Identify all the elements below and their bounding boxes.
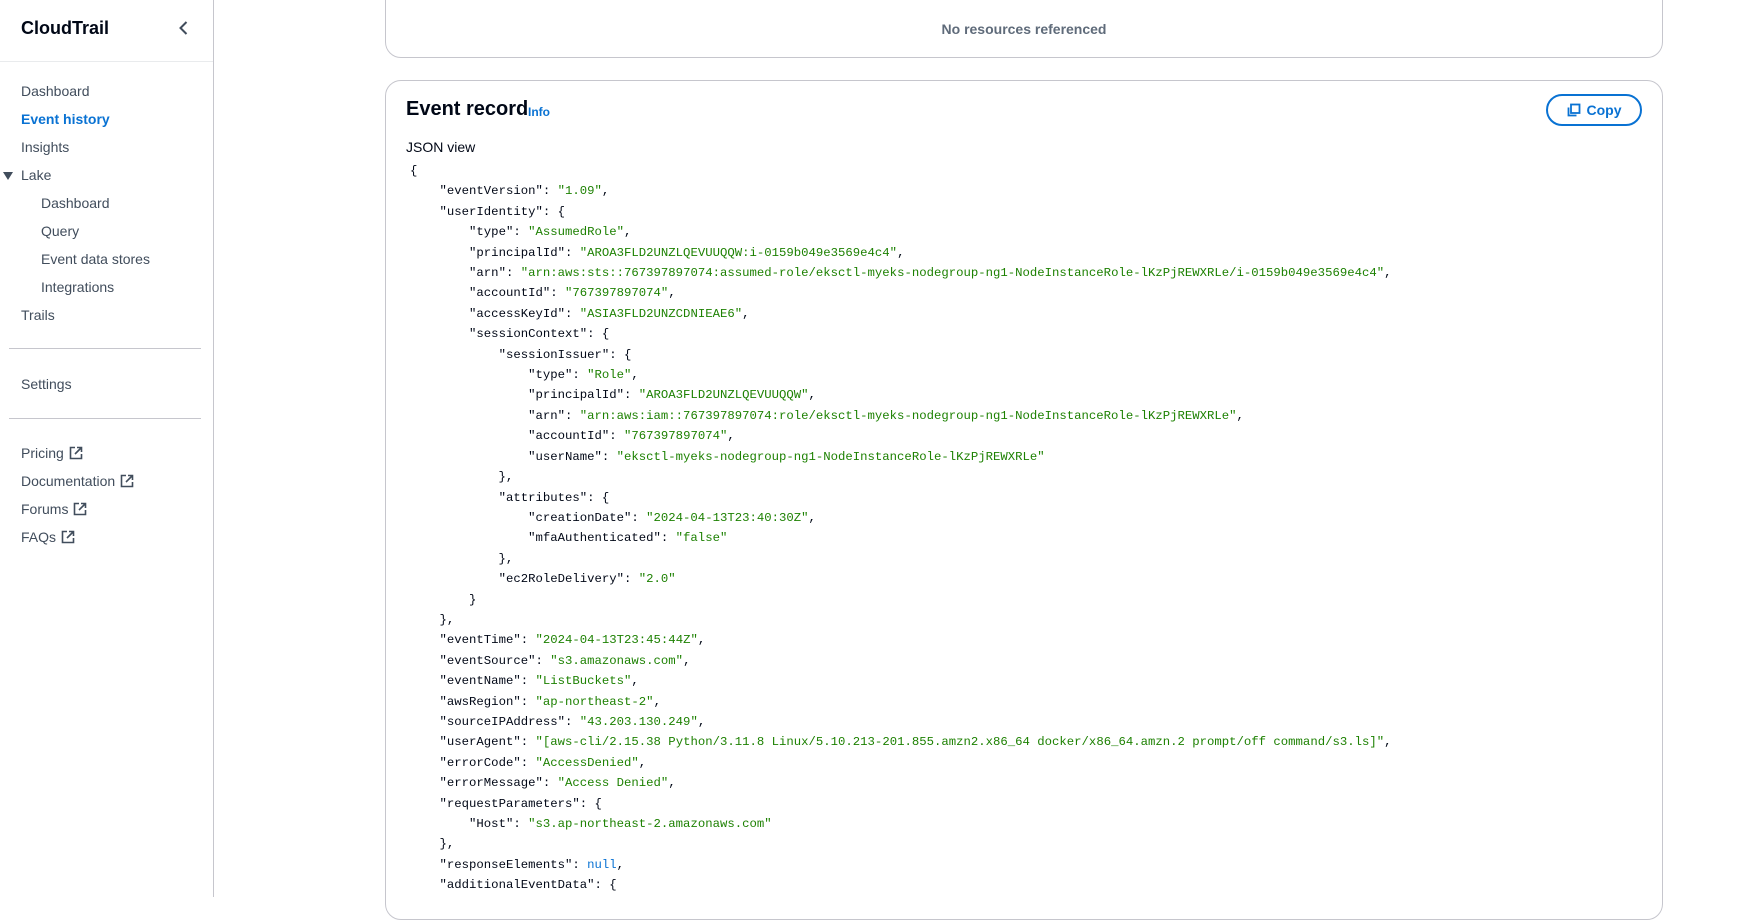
nav-insights[interactable]: Insights (21, 137, 69, 157)
event-record-panel: Event record Info Copy JSON view { "even… (385, 80, 1663, 920)
nav-documentation-label: Documentation (21, 473, 116, 489)
json-line: }, (410, 551, 514, 566)
json-line: "sessionIssuer": { (498, 347, 632, 362)
json-line: "principalId": "AROA3FLD2UNZLQEVUUQQW", (528, 388, 816, 403)
nav-pricing[interactable]: Pricing (21, 443, 83, 463)
json-line: "accessKeyId": "ASIA3FLD2UNZCDNIEAE6", (469, 306, 750, 321)
nav-settings[interactable]: Settings (21, 374, 72, 394)
json-line: "responseElements": null, (439, 857, 625, 872)
empty-resources-text: No resources referenced (941, 21, 1107, 37)
copy-button-label: Copy (1586, 102, 1622, 118)
json-line: "type": "Role", (528, 368, 639, 383)
json-line: "userName": "eksctl-myeks-nodegroup-ng1-… (528, 449, 1045, 464)
json-line: "arn": "arn:aws:iam::767397897074:role/e… (528, 408, 1244, 423)
header-divider (0, 61, 213, 62)
nav-divider (9, 418, 201, 419)
nav-lake[interactable]: Lake (21, 165, 51, 185)
json-line: { (410, 164, 418, 178)
caret-down-icon[interactable] (3, 171, 13, 181)
copy-icon (1567, 103, 1580, 117)
nav-faqs-label: FAQs (21, 529, 57, 545)
json-line: }, (410, 837, 455, 852)
nav-event-data-stores[interactable]: Event data stores (41, 249, 150, 269)
json-line: "userAgent": "[aws-cli/2.15.38 Python/3.… (439, 735, 1392, 750)
json-line: "requestParameters": { (439, 796, 602, 811)
event-record-title: Event record (406, 98, 529, 120)
json-line: "creationDate": "2024-04-13T23:40:30Z", (528, 510, 816, 525)
service-title[interactable]: CloudTrail (21, 18, 109, 39)
referenced-resources-panel: No resources referenced (385, 0, 1663, 58)
nav-event-history[interactable]: Event history (21, 109, 110, 129)
json-line: "accountId": "767397897074", (469, 286, 676, 301)
json-line: "Host": "s3.ap-northeast-2.amazonaws.com… (469, 817, 772, 831)
nav-pricing-label: Pricing (21, 445, 64, 461)
json-line: "sourceIPAddress": "43.203.130.249", (439, 714, 706, 729)
nav-forums[interactable]: Forums (21, 499, 87, 519)
json-line: "principalId": "AROA3FLD2UNZLQEVUUQQW:i-… (469, 245, 905, 260)
json-line: }, (410, 612, 455, 627)
json-view-label: JSON view (406, 139, 476, 155)
copy-button[interactable]: Copy (1546, 94, 1642, 126)
json-line: "attributes": { (498, 490, 610, 505)
nav-documentation[interactable]: Documentation (21, 471, 134, 491)
nav-divider (9, 348, 201, 349)
nav-dashboard[interactable]: Dashboard (21, 81, 90, 101)
json-line: "arn": "arn:aws:sts::767397897074:assume… (469, 266, 1392, 281)
json-line: "eventName": "ListBuckets", (439, 674, 639, 689)
json-line: "eventVersion": "1.09", (439, 184, 610, 199)
nav-lake-query[interactable]: Query (41, 221, 79, 241)
json-line: "awsRegion": "ap-northeast-2", (439, 694, 661, 709)
json-line: "type": "AssumedRole", (469, 225, 632, 240)
external-link-icon (120, 474, 134, 488)
json-line: "errorMessage": "Access Denied", (439, 776, 676, 791)
external-link-icon (69, 446, 83, 460)
json-line: "eventSource": "s3.amazonaws.com", (439, 653, 691, 668)
json-code-view[interactable]: { "eventVersion": "1.09", "userIdentity"… (410, 161, 1392, 896)
info-link[interactable]: Info (528, 105, 550, 119)
json-line: "additionalEventData": { (439, 878, 617, 893)
nav-lake-dashboard[interactable]: Dashboard (41, 193, 110, 213)
json-line: "accountId": "767397897074", (528, 429, 735, 444)
json-line: } (410, 592, 477, 607)
nav-integrations[interactable]: Integrations (41, 277, 114, 297)
side-navigation: CloudTrail Dashboard Event history Insig… (0, 0, 214, 897)
external-link-icon (74, 502, 87, 516)
json-line: "errorCode": "AccessDenied", (439, 755, 647, 770)
json-line: "userIdentity": { (439, 204, 565, 219)
nav-trails[interactable]: Trails (21, 305, 55, 325)
json-line: "mfaAuthenticated": "false" (528, 531, 728, 546)
nav-forums-label: Forums (21, 501, 69, 517)
json-line: "ec2RoleDelivery": "2.0" (498, 572, 676, 587)
json-line: "sessionContext": { (469, 327, 610, 342)
collapse-sidebar-icon[interactable] (176, 20, 192, 36)
json-line: "eventTime": "2024-04-13T23:45:44Z", (439, 633, 706, 648)
external-link-icon (61, 530, 75, 544)
nav-faqs[interactable]: FAQs (21, 527, 75, 547)
json-line: }, (410, 470, 514, 485)
